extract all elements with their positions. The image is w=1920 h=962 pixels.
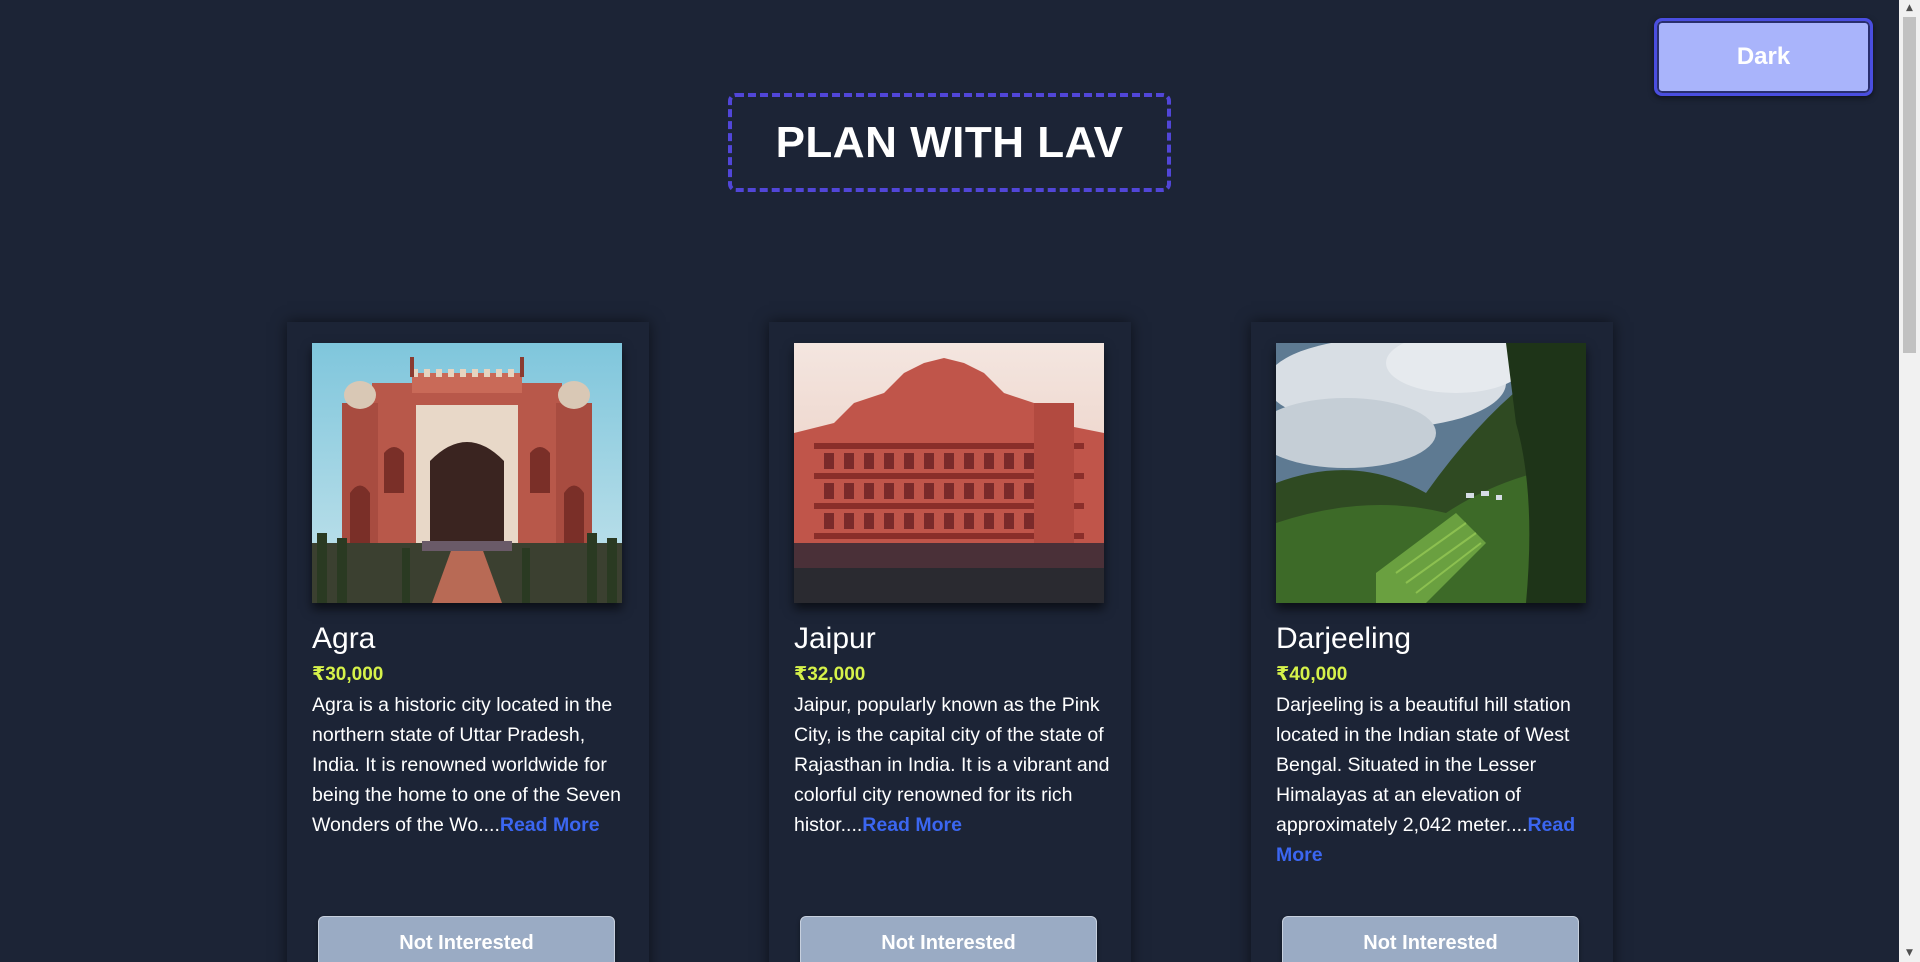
- destination-card-darjeeling: Darjeeling ₹40,000 Darjeeling is a beaut…: [1251, 322, 1613, 962]
- not-interested-button[interactable]: Not Interested: [1282, 916, 1579, 962]
- read-more-link[interactable]: Read More: [862, 814, 962, 836]
- card-city-name: Darjeeling: [1276, 622, 1412, 655]
- hill-station-image: [1276, 343, 1586, 603]
- read-more-link[interactable]: Read More: [500, 814, 600, 836]
- destination-card-jaipur: Jaipur ₹32,000 Jaipur, popularly known a…: [769, 322, 1131, 962]
- scrollbar-thumb[interactable]: [1903, 17, 1916, 353]
- card-price: ₹32,000: [794, 664, 866, 685]
- card-price: ₹30,000: [312, 664, 384, 685]
- theme-toggle-button[interactable]: Dark: [1654, 18, 1873, 96]
- card-description: Jaipur, popularly known as the Pink City…: [794, 690, 1110, 840]
- scroll-down-arrow-icon[interactable]: ▼: [1899, 945, 1920, 962]
- card-description: Agra is a historic city located in the n…: [312, 690, 628, 840]
- not-interested-button[interactable]: Not Interested: [800, 916, 1097, 962]
- page: Dark PLAN WITH LAV Agra ₹30,000 Agra is …: [0, 0, 1899, 962]
- vertical-scrollbar[interactable]: ▲ ▼: [1899, 0, 1920, 962]
- title-box: PLAN WITH LAV: [728, 93, 1171, 192]
- hawa-mahal-image: [794, 343, 1104, 603]
- destination-card-agra: Agra ₹30,000 Agra is a historic city loc…: [287, 322, 649, 962]
- not-interested-button[interactable]: Not Interested: [318, 916, 615, 962]
- card-price: ₹40,000: [1276, 664, 1348, 685]
- page-title: PLAN WITH LAV: [775, 117, 1124, 167]
- card-city-name: Jaipur: [794, 622, 876, 655]
- scroll-up-arrow-icon[interactable]: ▲: [1899, 0, 1920, 17]
- card-description: Darjeeling is a beautiful hill station l…: [1276, 690, 1592, 870]
- card-city-name: Agra: [312, 622, 376, 655]
- agra-gate-image: [312, 343, 622, 603]
